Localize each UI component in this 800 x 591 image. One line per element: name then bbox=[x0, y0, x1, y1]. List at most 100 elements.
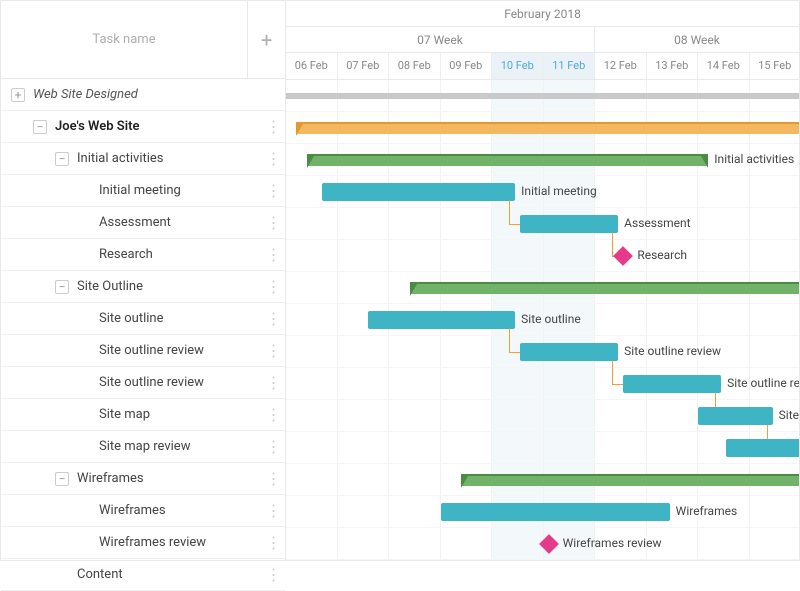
day-row: 06 Feb07 Feb08 Feb09 Feb10 Feb11 Feb12 F… bbox=[286, 53, 799, 79]
task-row[interactable]: −Site Outline⋮ bbox=[1, 271, 285, 303]
gantt-row bbox=[286, 464, 799, 496]
task-row[interactable]: Content⋮ bbox=[1, 559, 285, 591]
gantt-row: Initial meeting bbox=[286, 176, 799, 208]
task-list-panel: Task name + +Web Site Designed−Joe's Web… bbox=[1, 1, 286, 560]
milestone[interactable] bbox=[539, 534, 559, 554]
bar-label: Wireframes review bbox=[563, 536, 662, 550]
row-menu-icon[interactable]: ⋮ bbox=[261, 213, 285, 232]
bar-label: Site outline review bbox=[624, 344, 721, 358]
task-name: Web Site Designed bbox=[33, 87, 285, 102]
bar-label: Site map bbox=[779, 408, 799, 422]
group-bar[interactable] bbox=[307, 154, 709, 166]
task-name: Research bbox=[99, 247, 261, 262]
row-menu-icon[interactable]: ⋮ bbox=[261, 181, 285, 200]
add-task-button[interactable]: + bbox=[247, 1, 285, 79]
task-row[interactable]: Assessment⋮ bbox=[1, 207, 285, 239]
dependency-link bbox=[509, 329, 510, 352]
row-menu-icon[interactable]: ⋮ bbox=[261, 469, 285, 488]
task-name: Site map bbox=[99, 407, 261, 422]
row-menu-icon[interactable]: ⋮ bbox=[261, 565, 285, 584]
task-row[interactable]: Research⋮ bbox=[1, 239, 285, 271]
day-cell: 11 Feb bbox=[544, 53, 596, 79]
gantt-row bbox=[286, 112, 799, 144]
task-name: Joe's Web Site bbox=[55, 119, 261, 134]
collapse-icon[interactable]: − bbox=[55, 472, 69, 486]
day-cell: 08 Feb bbox=[389, 53, 441, 79]
task-row[interactable]: −Initial activities⋮ bbox=[1, 143, 285, 175]
gantt-row: Site outline review bbox=[286, 368, 799, 400]
row-menu-icon[interactable]: ⋮ bbox=[261, 373, 285, 392]
expand-icon[interactable]: + bbox=[11, 88, 25, 102]
task-list-header: Task name + bbox=[1, 1, 285, 79]
row-menu-icon[interactable]: ⋮ bbox=[261, 437, 285, 456]
gantt-app: Task name + +Web Site Designed−Joe's Web… bbox=[1, 1, 799, 560]
task-bar[interactable] bbox=[368, 311, 515, 329]
gantt-row: Site outline review bbox=[286, 336, 799, 368]
task-name: Site Outline bbox=[77, 279, 261, 294]
task-bar[interactable] bbox=[441, 503, 670, 521]
row-menu-icon[interactable]: ⋮ bbox=[261, 245, 285, 264]
bar-label: Initial meeting bbox=[521, 184, 597, 198]
row-menu-icon[interactable]: ⋮ bbox=[261, 309, 285, 328]
task-bar[interactable] bbox=[623, 375, 721, 393]
row-menu-icon[interactable]: ⋮ bbox=[261, 117, 285, 136]
task-name: Wireframes bbox=[77, 471, 261, 486]
bar-label: Research bbox=[637, 248, 687, 262]
task-row[interactable]: Site outline⋮ bbox=[1, 303, 285, 335]
task-bar[interactable] bbox=[726, 439, 799, 457]
group-bar[interactable] bbox=[296, 122, 799, 134]
dependency-link bbox=[612, 233, 613, 256]
row-menu-icon[interactable]: ⋮ bbox=[261, 533, 285, 552]
task-row[interactable]: Site outline review⋮ bbox=[1, 335, 285, 367]
milestone[interactable] bbox=[613, 246, 633, 266]
day-cell: 09 Feb bbox=[441, 53, 493, 79]
week-row: 07 Week08 Week bbox=[286, 27, 799, 53]
collapse-icon[interactable]: − bbox=[55, 152, 69, 166]
bar-label: Site outline bbox=[521, 312, 581, 326]
task-name: Content bbox=[77, 567, 261, 582]
row-menu-icon[interactable]: ⋮ bbox=[261, 277, 285, 296]
dependency-link bbox=[509, 201, 510, 224]
collapse-icon[interactable]: − bbox=[55, 280, 69, 294]
task-row[interactable]: Wireframes⋮ bbox=[1, 495, 285, 527]
day-cell: 13 Feb bbox=[647, 53, 699, 79]
task-bar[interactable] bbox=[520, 343, 618, 361]
task-row[interactable]: Wireframes review⋮ bbox=[1, 527, 285, 559]
row-menu-icon[interactable]: ⋮ bbox=[261, 405, 285, 424]
group-bar[interactable] bbox=[461, 474, 799, 486]
task-bar[interactable] bbox=[520, 215, 618, 233]
day-cell: 10 Feb bbox=[492, 53, 544, 79]
task-name: Site outline bbox=[99, 311, 261, 326]
task-row[interactable]: + Web Site Designed bbox=[1, 79, 285, 111]
gantt-row: Initial activities bbox=[286, 144, 799, 176]
task-bar[interactable] bbox=[698, 407, 773, 425]
gantt-row: Site map bbox=[286, 400, 799, 432]
task-name: Site outline review bbox=[99, 343, 261, 358]
day-cell: 06 Feb bbox=[286, 53, 338, 79]
bar-label: Initial activities bbox=[714, 152, 794, 166]
gantt-rows[interactable]: Initial activitiesInitial meetingAssessm… bbox=[286, 80, 799, 560]
collapse-icon[interactable]: − bbox=[33, 120, 47, 134]
summary-bar[interactable] bbox=[286, 93, 799, 99]
month-row: February 2018 bbox=[286, 1, 799, 27]
task-bar[interactable] bbox=[322, 183, 515, 201]
bar-label: Site outline review bbox=[727, 376, 799, 390]
row-menu-icon[interactable]: ⋮ bbox=[261, 149, 285, 168]
gantt-row: Site outline bbox=[286, 304, 799, 336]
task-row[interactable]: Site outline review⋮ bbox=[1, 367, 285, 399]
gantt-row bbox=[286, 272, 799, 304]
task-row[interactable]: Initial meeting⋮ bbox=[1, 175, 285, 207]
row-menu-icon[interactable]: ⋮ bbox=[261, 341, 285, 360]
dependency-link bbox=[509, 224, 520, 225]
row-menu-icon[interactable]: ⋮ bbox=[261, 501, 285, 520]
timeline-panel: February 2018 07 Week08 Week 06 Feb07 Fe… bbox=[286, 1, 799, 560]
group-bar[interactable] bbox=[410, 282, 799, 294]
task-name: Site outline review bbox=[99, 375, 261, 390]
task-row[interactable]: Site map review⋮ bbox=[1, 431, 285, 463]
task-row[interactable]: Site map⋮ bbox=[1, 399, 285, 431]
task-row[interactable]: −Joe's Web Site⋮ bbox=[1, 111, 285, 143]
dependency-link bbox=[612, 361, 613, 384]
task-name: Assessment bbox=[99, 215, 261, 230]
task-name: Initial activities bbox=[77, 151, 261, 166]
task-row[interactable]: −Wireframes⋮ bbox=[1, 463, 285, 495]
